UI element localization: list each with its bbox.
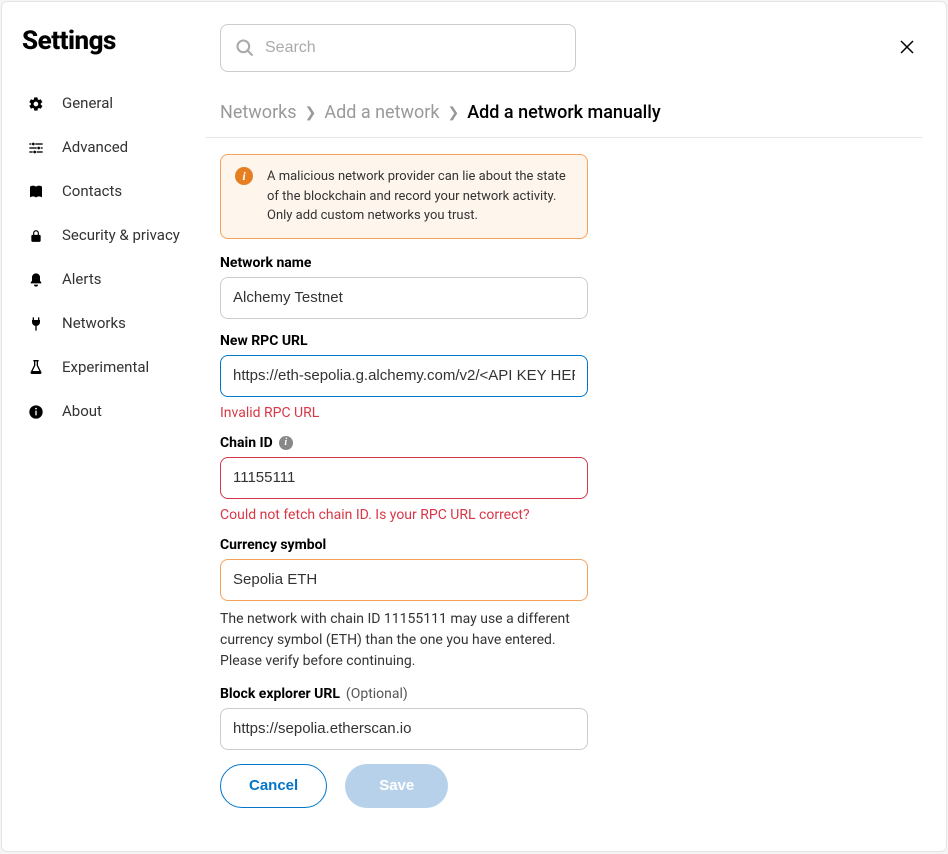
sidebar-item-label: Experimental (62, 358, 149, 378)
plug-icon (26, 314, 46, 334)
field-block-explorer: Block explorer URL (Optional) (220, 686, 588, 750)
chevron-right-icon: ❯ (305, 105, 317, 121)
warning-banner: i A malicious network provider can lie a… (220, 154, 588, 239)
main-content: Networks ❯ Add a network ❯ Add a network… (202, 2, 946, 851)
sidebar-item-label: Contacts (62, 182, 122, 202)
field-label: Network name (220, 255, 588, 271)
sidebar-item-networks[interactable]: Networks (22, 302, 202, 346)
sidebar-item-general[interactable]: General (22, 82, 202, 126)
sliders-icon (26, 138, 46, 158)
gear-icon (26, 94, 46, 114)
field-rpc-url: New RPC URL Invalid RPC URL (220, 333, 588, 421)
block-explorer-input[interactable] (220, 708, 588, 750)
save-button[interactable]: Save (345, 764, 448, 808)
sidebar-item-advanced[interactable]: Advanced (22, 126, 202, 170)
page-title: Settings (22, 26, 202, 56)
divider (206, 137, 922, 138)
rpc-url-input[interactable] (220, 355, 588, 397)
info-icon (26, 402, 46, 422)
field-error: Could not fetch chain ID. Is your RPC UR… (220, 507, 588, 523)
sidebar-item-label: About (62, 402, 102, 422)
label-text: Chain ID (220, 435, 273, 451)
chevron-right-icon: ❯ (447, 105, 459, 121)
search-icon (235, 37, 255, 59)
field-label: Chain ID i (220, 435, 588, 451)
field-error: Invalid RPC URL (220, 405, 588, 421)
sidebar-item-label: General (62, 94, 113, 114)
breadcrumb: Networks ❯ Add a network ❯ Add a network… (220, 102, 922, 123)
chain-id-input[interactable] (220, 457, 588, 499)
breadcrumb-current: Add a network manually (467, 102, 660, 123)
field-currency-symbol: Currency symbol The network with chain I… (220, 537, 588, 672)
form-actions: Cancel Save (220, 764, 588, 808)
field-helper: The network with chain ID 11155111 may u… (220, 609, 588, 672)
field-label: Currency symbol (220, 537, 588, 553)
flask-icon (26, 358, 46, 378)
breadcrumb-link[interactable]: Networks (220, 102, 297, 123)
sidebar-nav: General Advanced Contacts Security & pri… (22, 82, 202, 434)
sidebar-item-alerts[interactable]: Alerts (22, 258, 202, 302)
sidebar-item-experimental[interactable]: Experimental (22, 346, 202, 390)
search-field[interactable] (220, 24, 576, 72)
field-label: New RPC URL (220, 333, 588, 349)
info-icon[interactable]: i (279, 436, 293, 450)
optional-label: (Optional) (346, 686, 408, 702)
cancel-button[interactable]: Cancel (220, 764, 327, 808)
sidebar-item-label: Advanced (62, 138, 128, 158)
sidebar-item-label: Networks (62, 314, 126, 334)
warning-icon: i (235, 167, 253, 185)
field-chain-id: Chain ID i Could not fetch chain ID. Is … (220, 435, 588, 523)
lock-icon (26, 226, 46, 246)
breadcrumb-link[interactable]: Add a network (324, 102, 439, 123)
sidebar-item-security[interactable]: Security & privacy (22, 214, 202, 258)
book-icon (26, 182, 46, 202)
bell-icon (26, 270, 46, 290)
network-name-input[interactable] (220, 277, 588, 319)
sidebar: Settings General Advanced Contacts (2, 2, 202, 851)
currency-symbol-input[interactable] (220, 559, 588, 601)
sidebar-item-contacts[interactable]: Contacts (22, 170, 202, 214)
sidebar-item-label: Security & privacy (62, 226, 180, 246)
warning-text: A malicious network provider can lie abo… (267, 167, 573, 226)
sidebar-item-label: Alerts (62, 270, 102, 290)
label-text: Block explorer URL (220, 686, 340, 702)
field-label: Block explorer URL (Optional) (220, 686, 588, 702)
network-form: i A malicious network provider can lie a… (220, 154, 588, 808)
field-network-name: Network name (220, 255, 588, 319)
close-icon[interactable] (898, 38, 916, 59)
search-input[interactable] (265, 39, 561, 57)
sidebar-item-about[interactable]: About (22, 390, 202, 434)
